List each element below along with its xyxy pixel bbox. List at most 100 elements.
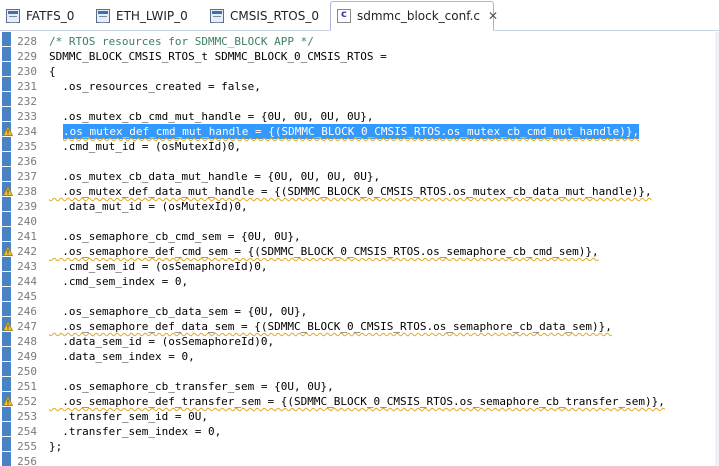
code-text: .data_sem_index = 0, — [49, 350, 195, 363]
component-icon — [96, 9, 110, 23]
line-number: 249 — [17, 350, 37, 363]
selected-code-text: .os_mutex_def_cmd_mut_handle = {(SDMMC_B… — [63, 124, 640, 139]
code-text: .os_semaphore_def_cmd_sem = {(SDMMC_BLOC… — [49, 245, 599, 258]
code-text: .os_mutex_cb_data_mut_handle = {0U, 0U, … — [49, 170, 381, 183]
line-number: 245 — [17, 290, 37, 303]
code-text: .transfer_sem_id = 0U, — [49, 410, 208, 423]
code-text: .os_mutex_cb_cmd_mut_handle = {0U, 0U, 0… — [49, 110, 374, 123]
code-text: .cmd_mut_id = (osMutexId)0, — [49, 140, 242, 153]
line-number: 232 — [17, 95, 37, 108]
code-text: .data_sem_id = (osSemaphoreId)0, — [49, 335, 275, 348]
code-text: .cmd_sem_index = 0, — [49, 275, 189, 288]
code-line[interactable]: 235 .cmd_mut_id = (osMutexId)0, — [0, 139, 719, 154]
tab-label: ETH_LWIP_0 — [116, 9, 188, 23]
code-text: { — [49, 65, 56, 78]
tab-eth-lwip[interactable]: ETH_LWIP_0 — [90, 3, 194, 29]
line-number: 248 — [17, 335, 37, 348]
line-number: 239 — [17, 200, 37, 213]
tab-fatfs[interactable]: FATFS_0 — [0, 3, 80, 29]
warning-icon[interactable] — [3, 126, 13, 136]
line-number: 228 — [17, 35, 37, 48]
code-line[interactable]: 249 .data_sem_index = 0, — [0, 349, 719, 364]
code-text: .cmd_sem_id = (osSemaphoreId)0, — [49, 260, 268, 273]
line-number: 230 — [17, 65, 37, 78]
line-number: 234 — [17, 125, 37, 138]
line-number: 243 — [17, 260, 37, 273]
line-number: 246 — [17, 305, 37, 318]
line-number: 254 — [17, 425, 37, 438]
warning-icon[interactable] — [3, 321, 13, 331]
code-line[interactable]: 239 .data_mut_id = (osMutexId)0, — [0, 199, 719, 214]
code-text: .data_mut_id = (osMutexId)0, — [49, 200, 248, 213]
line-number: 250 — [17, 365, 37, 378]
tab-cmsis-rtos[interactable]: CMSIS_RTOS_0 — [204, 3, 325, 29]
code-line[interactable]: 243 .cmd_sem_id = (osSemaphoreId)0, — [0, 259, 719, 274]
line-number: 252 — [17, 395, 37, 408]
warning-icon[interactable] — [3, 246, 13, 256]
code-line[interactable]: 231 .os_resources_created = false, — [0, 79, 719, 94]
warning-icon[interactable] — [3, 186, 13, 196]
code-line[interactable]: 250 — [0, 364, 719, 379]
line-number: 235 — [17, 140, 37, 153]
tab-label: CMSIS_RTOS_0 — [230, 9, 319, 23]
code-line[interactable]: 237 .os_mutex_cb_data_mut_handle = {0U, … — [0, 169, 719, 184]
code-text: .os_semaphore_def_transfer_sem = {(SDMMC… — [49, 395, 665, 408]
code-line[interactable]: 240 — [0, 214, 719, 229]
code-line[interactable]: 228 /* RTOS resources for SDMMC_BLOCK APP… — [0, 34, 719, 49]
code-line[interactable]: 254 .transfer_sem_index = 0, — [0, 424, 719, 439]
code-line[interactable]: 245 — [0, 289, 719, 304]
code-line[interactable]: 256 — [0, 454, 719, 466]
code-text: .os_semaphore_def_data_sem = {(SDMMC_BLO… — [49, 320, 612, 333]
overview-ruler[interactable] — [715, 32, 719, 466]
line-number: 237 — [17, 170, 37, 183]
code-text: .os_semaphore_cb_cmd_sem = {0U, 0U}, — [49, 230, 301, 243]
component-icon — [210, 9, 224, 23]
close-icon[interactable]: ✕ — [488, 10, 498, 22]
line-number: 253 — [17, 410, 37, 423]
line-number: 247 — [17, 320, 37, 333]
code-line[interactable]: 246 .os_semaphore_cb_data_sem = {0U, 0U}… — [0, 304, 719, 319]
code-line[interactable]: 238 .os_mutex_def_data_mut_handle = {(SD… — [0, 184, 719, 199]
code-editor[interactable]: 228 /* RTOS resources for SDMMC_BLOCK APP… — [0, 32, 719, 466]
code-line[interactable]: 242 .os_semaphore_def_cmd_sem = {(SDMMC_… — [0, 244, 719, 259]
line-number: 236 — [17, 155, 37, 168]
line-number: 231 — [17, 80, 37, 93]
code-text: .transfer_sem_index = 0, — [49, 425, 222, 438]
code-text: SDMMC_BLOCK_CMSIS_RTOS_t SDMMC_BLOCK_0_C… — [49, 50, 387, 63]
line-number: 251 — [17, 380, 37, 393]
tab-sdmmc-block-conf[interactable]: c sdmmc_block_conf.c ✕ — [330, 1, 498, 31]
code-line[interactable]: 255}; — [0, 439, 719, 454]
warning-icon[interactable] — [3, 396, 13, 406]
code-line[interactable]: 234 .os_mutex_def_cmd_mut_handle = {(SDMM… — [0, 124, 719, 139]
tab-label: FATFS_0 — [26, 9, 75, 23]
tab-label: sdmmc_block_conf.c — [357, 9, 480, 23]
code-line[interactable]: 251 .os_semaphore_cb_transfer_sem = {0U,… — [0, 379, 719, 394]
code-text: /* RTOS resources for SDMMC_BLOCK APP */ — [49, 35, 314, 48]
line-number: 240 — [17, 215, 37, 228]
code-text: .os_semaphore_cb_transfer_sem = {0U, 0U}… — [49, 380, 334, 393]
code-line[interactable]: 244 .cmd_sem_index = 0, — [0, 274, 719, 289]
line-number: 241 — [17, 230, 37, 243]
code-line[interactable]: 236 — [0, 154, 719, 169]
code-line[interactable]: 252 .os_semaphore_def_transfer_sem = {(S… — [0, 394, 719, 409]
code-line[interactable]: 229 SDMMC_BLOCK_CMSIS_RTOS_t SDMMC_BLOCK_… — [0, 49, 719, 64]
editor-tab-bar: FATFS_0 ETH_LWIP_0 CMSIS_RTOS_0 c sdmmc_… — [0, 0, 719, 31]
code-line[interactable]: 230 { — [0, 64, 719, 79]
component-icon — [6, 9, 20, 23]
code-text: }; — [49, 440, 63, 453]
line-number: 244 — [17, 275, 37, 288]
line-number: 242 — [17, 245, 37, 258]
code-line[interactable]: 232 — [0, 94, 719, 109]
line-number: 238 — [17, 185, 37, 198]
code-line[interactable]: 233 .os_mutex_cb_cmd_mut_handle = {0U, 0… — [0, 109, 719, 124]
c-file-icon: c — [337, 9, 351, 23]
code-line[interactable]: 247 .os_semaphore_def_data_sem = {(SDMMC… — [0, 319, 719, 334]
line-number: 255 — [17, 440, 37, 453]
line-number: 229 — [17, 50, 37, 63]
code-line[interactable]: 241 .os_semaphore_cb_cmd_sem = {0U, 0U}, — [0, 229, 719, 244]
line-number: 233 — [17, 110, 37, 123]
code-line[interactable]: 248 .data_sem_id = (osSemaphoreId)0, — [0, 334, 719, 349]
code-text: .os_resources_created = false, — [49, 80, 261, 93]
code-line[interactable]: 253 .transfer_sem_id = 0U, — [0, 409, 719, 424]
code-text: .os_semaphore_cb_data_sem = {0U, 0U}, — [49, 305, 308, 318]
